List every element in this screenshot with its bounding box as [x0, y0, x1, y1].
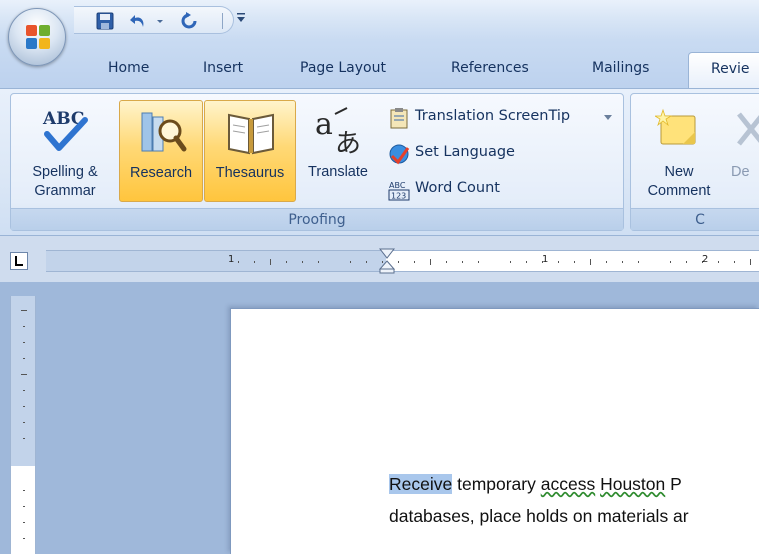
horizontal-ruler[interactable]: 1 1 2	[46, 248, 759, 274]
delete-comment-label: De	[731, 164, 750, 180]
tab-page-layout[interactable]: Page Layout	[300, 60, 386, 76]
ruler-number: 1	[228, 254, 235, 265]
ruler-number: 2	[702, 254, 709, 265]
comments-group-label: C	[631, 208, 759, 230]
word-count-icon: ABC 123	[388, 181, 410, 201]
redo-icon[interactable]	[178, 10, 202, 32]
translate-button[interactable]: a あ Translate	[297, 100, 379, 202]
ruler-strip: 1 1 2	[0, 236, 759, 282]
vertical-ruler[interactable]	[10, 296, 36, 554]
save-icon[interactable]	[94, 10, 118, 32]
research-label: Research	[129, 165, 193, 181]
tab-mailings[interactable]: Mailings	[592, 60, 649, 76]
research-books-icon	[141, 112, 187, 152]
translation-screentip-label: Translation ScreenTip	[415, 108, 571, 124]
set-language-button[interactable]: Set Language	[385, 142, 585, 166]
new-comment-icon	[655, 108, 696, 145]
delete-comment-icon	[737, 112, 759, 146]
grammar-flagged-word[interactable]: Houston	[600, 474, 665, 494]
translation-screentip-button[interactable]: Translation ScreenTip	[385, 106, 621, 130]
customize-dropdown-icon[interactable]	[235, 12, 247, 27]
thesaurus-book-icon	[228, 113, 274, 155]
tab-review-label: Revie	[711, 61, 750, 77]
word-count-button[interactable]: ABC 123 Word Count	[385, 178, 585, 202]
ribbon: ABC Spelling & Grammar Research Thesauru…	[0, 88, 759, 236]
proofing-group-label: Proofing	[11, 208, 623, 230]
new-comment-label-line2: Comment	[647, 183, 711, 199]
spelling-grammar-button[interactable]: ABC Spelling & Grammar	[13, 100, 117, 202]
quick-access-toolbar	[74, 6, 234, 34]
document-line-2[interactable]: databases, place holds on materials ar	[389, 506, 689, 527]
clipboard-icon	[390, 108, 408, 129]
ribbon-tab-row: Home Insert Page Layout References Maili…	[0, 40, 759, 92]
text-run: temporary	[452, 474, 541, 494]
delete-comment-button[interactable]: De	[727, 100, 759, 202]
research-button[interactable]: Research	[119, 100, 203, 202]
thesaurus-label: Thesaurus	[215, 165, 285, 181]
document-line-1[interactable]: Receive temporary access Houston P	[389, 474, 682, 495]
new-comment-label-line1: New	[664, 164, 694, 180]
tab-selector-button[interactable]	[10, 252, 28, 270]
grammar-flagged-word[interactable]: access	[541, 474, 595, 494]
chevron-down-icon	[604, 115, 612, 120]
spelling-label-line2: Grammar	[34, 183, 96, 199]
set-language-icon	[389, 144, 410, 165]
document-page[interactable]: Receive temporary access Houston P datab…	[230, 308, 759, 554]
new-comment-button[interactable]: New Comment	[637, 100, 721, 202]
undo-dropdown-icon[interactable]	[154, 10, 168, 32]
proofing-group: ABC Spelling & Grammar Research Thesauru…	[10, 93, 624, 231]
thesaurus-button[interactable]: Thesaurus	[204, 100, 296, 202]
ruler-number: 1	[542, 254, 549, 265]
indent-marker-icon[interactable]	[378, 248, 396, 274]
set-language-label: Set Language	[415, 144, 515, 160]
office-button[interactable]	[8, 8, 66, 66]
tab-home[interactable]: Home	[108, 60, 149, 76]
spelling-check-icon: ABC	[42, 109, 88, 151]
comments-group: New Comment De C	[630, 93, 759, 231]
qat-separator	[222, 13, 223, 29]
word-count-label: Word Count	[415, 180, 500, 196]
vertical-ruler-ticks	[21, 310, 27, 539]
ruler-ticks	[238, 259, 751, 265]
undo-icon[interactable]	[128, 10, 152, 32]
svg-text:ABC: ABC	[389, 181, 406, 190]
text-run: P	[665, 474, 682, 494]
tab-references[interactable]: References	[451, 60, 529, 76]
office-logo-icon	[26, 25, 50, 49]
left-tab-icon	[15, 256, 23, 266]
translate-icon: a あ	[315, 107, 361, 156]
title-bar	[0, 0, 759, 40]
svg-text:あ: あ	[335, 129, 361, 156]
translate-label: Translate	[308, 164, 368, 180]
selected-text[interactable]: Receive	[389, 474, 453, 494]
svg-text:a: a	[315, 107, 333, 142]
tab-insert[interactable]: Insert	[203, 60, 243, 76]
tab-review[interactable]: Revie	[688, 52, 759, 92]
svg-text:123: 123	[391, 192, 406, 201]
document-area: Receive temporary access Houston P datab…	[0, 282, 759, 554]
spelling-label-line1: Spelling &	[32, 164, 98, 180]
